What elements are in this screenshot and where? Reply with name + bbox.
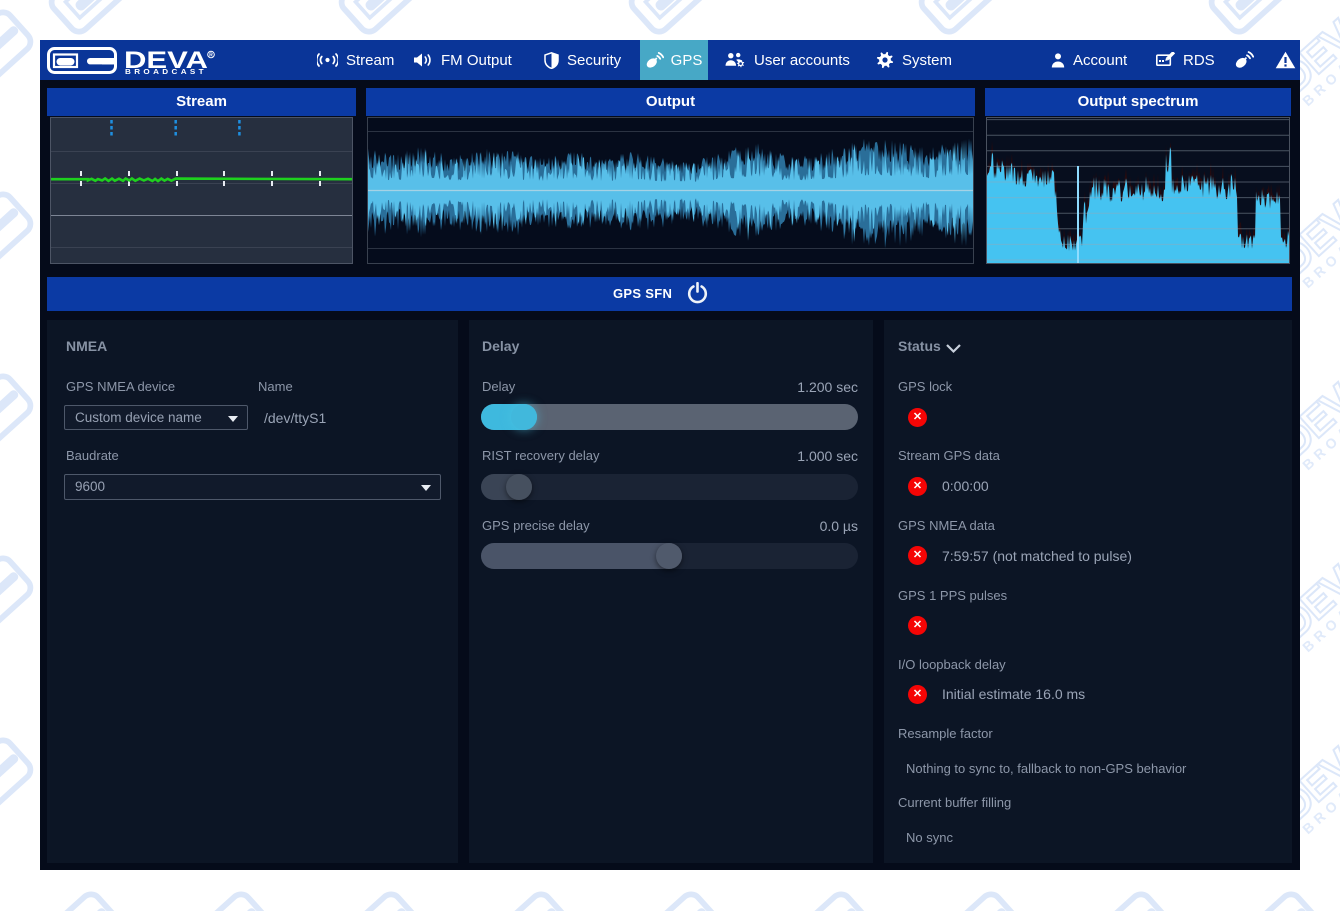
svg-text:R: R [209,53,213,59]
svg-text:BROADCAST: BROADCAST [125,67,207,75]
